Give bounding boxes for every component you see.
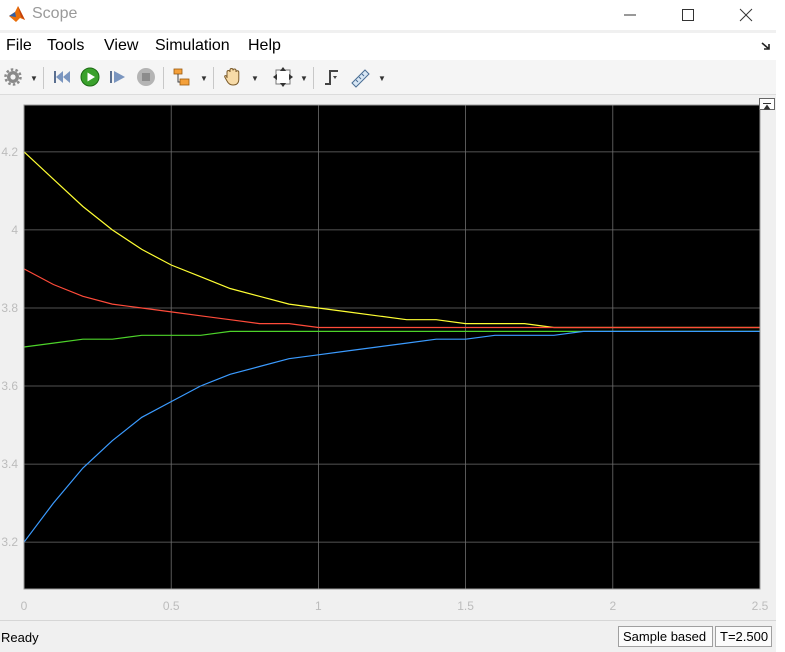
maximize-button[interactable] [659, 0, 717, 30]
sample-mode-indicator: Sample based [618, 626, 713, 647]
toolbar-separator [213, 67, 214, 89]
stop-button[interactable] [135, 65, 157, 89]
step-back-button[interactable] [52, 65, 74, 89]
toolbar-separator [43, 67, 44, 89]
y-tick-label: 4 [11, 223, 18, 237]
x-tick-label: 1 [315, 599, 322, 613]
measurements-button[interactable] [348, 65, 372, 89]
x-tick-label: 1.5 [457, 599, 474, 613]
measurements-dropdown-arrow[interactable]: ▼ [378, 74, 386, 83]
x-tick-label: 2 [609, 599, 616, 613]
y-tick-label: 3.6 [1, 379, 18, 393]
undock-button[interactable] [759, 98, 775, 110]
triggers-icon [325, 70, 338, 85]
highlight-dropdown-arrow[interactable]: ▼ [200, 74, 208, 83]
menu-view[interactable]: View [104, 37, 138, 55]
status-bar: Ready Sample based T=2.500 [0, 620, 776, 652]
run-button[interactable] [79, 65, 101, 89]
maximize-icon [682, 9, 694, 21]
title-bar: Scope [0, 0, 776, 30]
run-icon [80, 67, 100, 87]
scale-axes-button[interactable] [271, 65, 295, 89]
settings-button[interactable] [3, 65, 23, 89]
highlight-simulink-block-icon [173, 68, 190, 86]
sample-mode-text: Sample based [623, 629, 707, 644]
highlight-block-button[interactable] [171, 65, 193, 89]
close-button[interactable] [717, 0, 775, 30]
x-tick-label: 0 [21, 599, 28, 613]
x-tick-label: 2.5 [752, 599, 769, 613]
undock-arrow-icon [763, 103, 771, 110]
zoom-pan-hand-icon [224, 67, 240, 86]
plot-background [24, 105, 760, 589]
close-icon [739, 8, 753, 22]
settings-dropdown-arrow[interactable]: ▼ [30, 74, 38, 83]
zoom-dropdown-arrow[interactable]: ▼ [251, 74, 259, 83]
triggers-button[interactable] [321, 65, 343, 89]
time-text: T=2.500 [720, 629, 769, 644]
menu-simulation[interactable]: Simulation [155, 37, 230, 55]
toolbar-separator [163, 67, 164, 89]
y-tick-label: 3.4 [1, 457, 18, 471]
menu-file[interactable]: File [6, 37, 32, 55]
scale-axes-limits-icon [273, 67, 293, 87]
toolbar-separator [313, 67, 314, 89]
stop-icon [137, 68, 155, 86]
menu-bar: File Tools View Simulation Help [0, 33, 776, 60]
minimize-button[interactable] [601, 0, 659, 30]
scope-window: Scope File Tools View Simulation Help ▼ [0, 0, 776, 652]
y-tick-label: 3.8 [1, 301, 18, 315]
measurements-ruler-icon [351, 69, 370, 88]
scale-dropdown-arrow[interactable]: ▼ [300, 74, 308, 83]
scope-plot-area: 0 0.5 1 1.5 2 2.5 3.2 3.4 3.6 3.8 4 4.2 [0, 96, 776, 620]
scope-chart[interactable]: 0 0.5 1 1.5 2 2.5 3.2 3.4 3.6 3.8 4 4.2 [0, 96, 776, 620]
minimize-icon [624, 14, 636, 16]
step-back-icon [54, 71, 70, 83]
y-tick-label: 4.2 [1, 145, 18, 159]
status-ready-text: Ready [1, 630, 39, 645]
x-tick-label: 0.5 [163, 599, 180, 613]
y-tick-label: 3.2 [1, 535, 18, 549]
settings-gear-icon [4, 68, 22, 86]
menu-help[interactable]: Help [248, 37, 281, 55]
menu-tools[interactable]: Tools [47, 37, 84, 55]
step-forward-button[interactable] [107, 65, 129, 89]
step-forward-icon [110, 71, 125, 83]
time-indicator: T=2.500 [715, 626, 772, 647]
matlab-logo-icon [9, 6, 25, 22]
toolbar: ▼ ▼ ▼ ▼ ▼ [0, 60, 776, 95]
dock-arrow-icon[interactable] [760, 40, 772, 52]
window-edge-strip [776, 0, 785, 651]
zoom-pan-button[interactable] [221, 65, 245, 89]
window-title: Scope [32, 5, 78, 22]
